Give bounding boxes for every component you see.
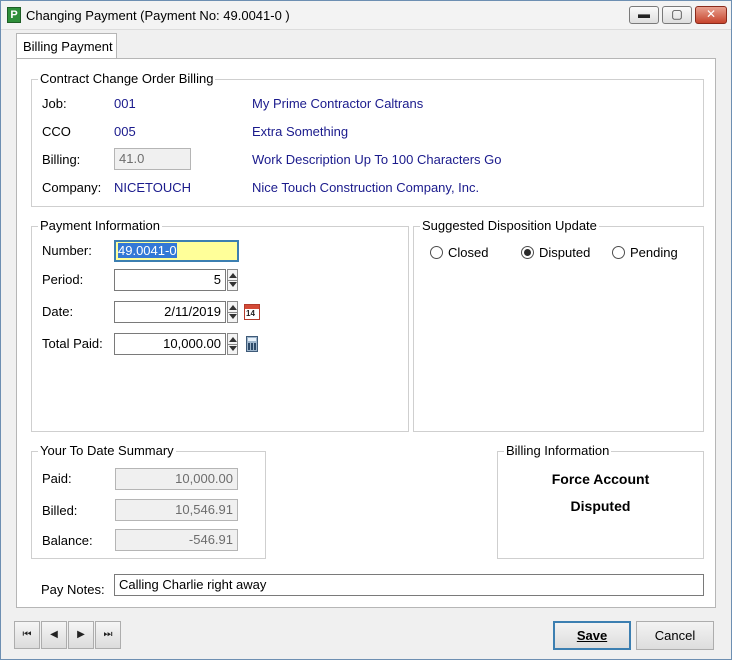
- title-bar: P Changing Payment (Payment No: 49.0041-…: [1, 1, 731, 30]
- job-value: 001: [114, 96, 136, 111]
- close-button[interactable]: ✕: [695, 6, 727, 24]
- cco-description: Extra Something: [252, 124, 349, 139]
- radio-disputed-label[interactable]: Disputed: [539, 245, 590, 261]
- total-paid-input[interactable]: 10,000.00: [114, 333, 226, 355]
- radio-closed-label[interactable]: Closed: [448, 245, 488, 261]
- radio-pending-label[interactable]: Pending: [630, 245, 678, 261]
- summary-group: Your To Date Summary Paid: 10,000.00 Bil…: [31, 443, 266, 559]
- number-input[interactable]: 49.0041-0: [114, 240, 239, 262]
- radio-disputed[interactable]: [521, 246, 534, 259]
- billed-field: 10,546.91: [115, 499, 238, 521]
- payment-info-group: Payment Information Number: 49.0041-0 Pe…: [31, 218, 409, 432]
- paid-field: 10,000.00: [115, 468, 238, 490]
- billing-info-title: Billing Information: [504, 443, 612, 459]
- radio-pending[interactable]: [612, 246, 625, 259]
- balance-label: Balance:: [42, 533, 93, 548]
- disposition-title: Suggested Disposition Update: [420, 218, 599, 234]
- previous-record-button[interactable]: ◀: [41, 621, 67, 649]
- billing-info-group: Billing Information Force Account Disput…: [497, 443, 704, 559]
- billing-field: 41.0: [114, 148, 191, 170]
- company-value: NICETOUCH: [114, 180, 192, 195]
- tab-billing-payment[interactable]: Billing Payment: [16, 33, 117, 59]
- balance-field: -546.91: [115, 529, 238, 551]
- date-input[interactable]: 2/11/2019: [114, 301, 226, 323]
- billed-label: Billed:: [42, 503, 78, 518]
- calculator-icon[interactable]: [246, 336, 258, 352]
- cco-billing-title: Contract Change Order Billing: [38, 71, 216, 87]
- company-description: Nice Touch Construction Company, Inc.: [252, 180, 480, 195]
- job-label: Job:: [42, 96, 67, 111]
- paid-label: Paid:: [42, 471, 72, 486]
- total-paid-spinner[interactable]: [227, 333, 238, 355]
- cco-value: 005: [114, 124, 136, 139]
- summary-title: Your To Date Summary: [38, 443, 176, 459]
- save-button-label: Save: [576, 628, 608, 643]
- first-record-button[interactable]: ⏮: [14, 621, 40, 649]
- cco-label: CCO: [42, 124, 71, 139]
- save-button[interactable]: Save: [553, 621, 631, 650]
- period-label: Period:: [42, 272, 84, 287]
- cco-billing-group: Contract Change Order Billing Job: 001 M…: [31, 71, 704, 207]
- changing-payment-window: P Changing Payment (Payment No: 49.0041-…: [0, 0, 732, 660]
- disposition-group: Suggested Disposition Update Closed Disp…: [413, 218, 704, 432]
- billing-info-status: Disputed: [570, 498, 631, 514]
- period-spinner[interactable]: [227, 269, 238, 291]
- period-input[interactable]: 5: [114, 269, 226, 291]
- next-record-button[interactable]: ▶: [68, 621, 94, 649]
- billing-label: Billing:: [42, 152, 81, 167]
- radio-closed[interactable]: [430, 246, 443, 259]
- company-label: Company:: [42, 180, 102, 195]
- cancel-button[interactable]: Cancel: [636, 621, 714, 650]
- calendar-icon[interactable]: 14: [244, 304, 260, 320]
- maximize-button[interactable]: ▢: [662, 6, 692, 24]
- job-description: My Prime Contractor Caltrans: [252, 96, 424, 111]
- payment-info-title: Payment Information: [38, 218, 162, 234]
- last-record-button[interactable]: ⏭: [95, 621, 121, 649]
- app-icon: P: [7, 7, 21, 23]
- billing-info-type: Force Account: [551, 471, 650, 487]
- pay-notes-input[interactable]: Calling Charlie right away: [114, 574, 704, 596]
- billing-payment-panel: Contract Change Order Billing Job: 001 M…: [16, 58, 716, 608]
- date-label: Date:: [42, 304, 74, 319]
- total-paid-label: Total Paid:: [42, 336, 103, 351]
- billing-description: Work Description Up To 100 Characters Go: [252, 152, 502, 167]
- window-title: Changing Payment (Payment No: 49.0041-0 …: [26, 8, 290, 23]
- minimize-button[interactable]: ▬: [629, 6, 659, 24]
- pay-notes-label: Pay Notes:: [41, 582, 105, 597]
- date-spinner[interactable]: [227, 301, 238, 323]
- number-label: Number:: [42, 243, 92, 258]
